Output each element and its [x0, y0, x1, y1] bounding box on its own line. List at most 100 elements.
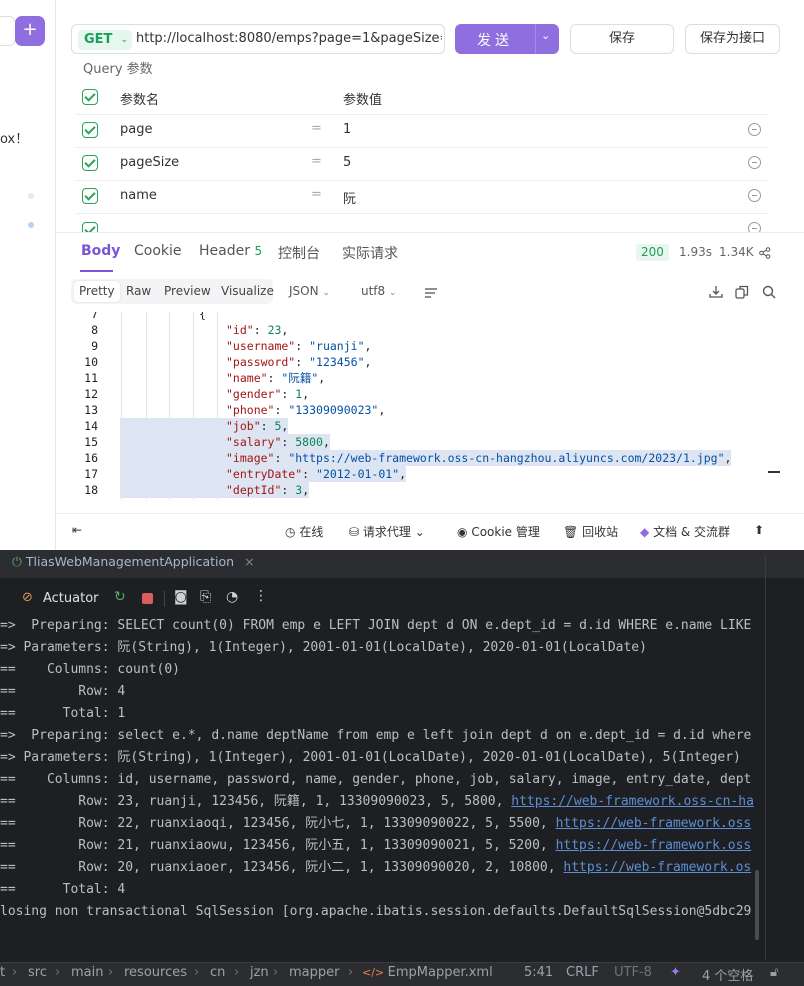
lock-icon[interactable]: 🔓︎: [770, 965, 778, 980]
code-text: "image": "https://web-framework.oss-cn-h…: [120, 450, 732, 466]
json-key: "username": [226, 339, 296, 353]
console-link[interactable]: https://web-framework.oss: [556, 838, 752, 853]
copilot-icon[interactable]: ✦: [670, 965, 681, 980]
stop-icon[interactable]: [142, 593, 153, 604]
json-value: "2012-01-01": [316, 467, 400, 481]
content-type-select[interactable]: JSON ⌄: [289, 284, 330, 298]
collapse-sidebar-icon[interactable]: ⇤: [72, 523, 82, 537]
select-all-checkbox[interactable]: [82, 89, 98, 105]
online-status[interactable]: ◷ 在线: [285, 523, 323, 540]
code-line: 7{: [56, 312, 796, 322]
code-punct: :: [281, 435, 296, 449]
param-key[interactable]: name: [120, 188, 157, 203]
exit-icon[interactable]: ⎘: [200, 589, 211, 605]
add-button[interactable]: +: [15, 16, 45, 46]
gauge-icon[interactable]: ◔: [226, 589, 238, 605]
param-checkbox[interactable]: [82, 122, 98, 138]
method-select[interactable]: GET ⌄: [78, 30, 132, 50]
proxy-label: 请求代理: [362, 525, 411, 539]
breadcrumb-item[interactable]: </> EmpMapper.xml: [362, 965, 493, 980]
search-icon[interactable]: [762, 284, 776, 303]
breadcrumb-item[interactable]: jzn: [250, 965, 269, 980]
scrollbar-thumb[interactable]: [755, 870, 759, 940]
tab-cookie[interactable]: Cookie: [134, 243, 182, 259]
header-count: 5: [254, 244, 263, 258]
json-value: "ruanji": [309, 339, 365, 353]
save-as-api-button[interactable]: 保存为接口: [685, 24, 780, 54]
rerun-icon[interactable]: ↻: [114, 589, 126, 605]
camera-icon[interactable]: ◙: [174, 589, 188, 605]
view-visualize[interactable]: Visualize: [221, 284, 274, 298]
run-toolbar: ⊘ Actuator ↻ ◙ ⎘ ◔ ⋮: [0, 586, 770, 612]
indent-setting[interactable]: 4 个空格: [702, 965, 753, 984]
line-number: 13: [84, 403, 98, 417]
copy-icon[interactable]: [735, 284, 749, 303]
param-value[interactable]: 5: [343, 155, 351, 170]
view-preview[interactable]: Preview: [164, 284, 211, 298]
code-punct: ,: [364, 355, 372, 369]
tab-header[interactable]: Header 5: [199, 243, 262, 259]
more-options-icon[interactable]: ⋮: [254, 588, 268, 604]
download-icon[interactable]: [709, 284, 723, 303]
param-checkbox[interactable]: [82, 222, 98, 232]
tab-actual-request[interactable]: 实际请求: [342, 243, 398, 263]
breadcrumb-label: cn: [210, 965, 226, 980]
param-value[interactable]: 阮: [343, 188, 356, 207]
docs-icon: ◆: [640, 525, 650, 539]
docs-community[interactable]: ◆ 文档 & 交流群: [640, 523, 730, 540]
param-key[interactable]: pageSize: [120, 155, 179, 170]
view-pretty[interactable]: Pretty: [74, 281, 120, 302]
remove-param-icon[interactable]: [748, 222, 761, 232]
save-button[interactable]: 保存: [570, 24, 674, 54]
share-icon[interactable]: [759, 244, 771, 263]
chevron-down-icon[interactable]: ⌄: [541, 29, 550, 42]
json-value: "https://web-framework.oss-cn-hangzhou.a…: [288, 451, 725, 465]
code-punct: ,: [302, 387, 310, 401]
tab-body[interactable]: Body: [81, 243, 120, 259]
param-key[interactable]: page: [120, 122, 152, 137]
wrap-lines-icon[interactable]: [424, 284, 438, 303]
breadcrumb-item[interactable]: resources: [124, 965, 187, 980]
console-scrollbar[interactable]: [765, 555, 766, 960]
remove-param-icon[interactable]: [748, 156, 761, 169]
send-button[interactable]: 发送 ⌄: [455, 24, 559, 54]
breadcrumb-item[interactable]: main: [71, 965, 103, 980]
partial-button[interactable]: [0, 16, 16, 46]
line-separator[interactable]: CRLF: [566, 965, 599, 980]
request-proxy[interactable]: ⛁ 请求代理 ⌄: [349, 523, 425, 540]
code-punct: :: [295, 355, 310, 369]
tab-console[interactable]: 控制台: [278, 243, 320, 263]
close-icon[interactable]: ×: [244, 554, 254, 569]
remove-param-icon[interactable]: [748, 189, 761, 202]
remove-param-icon[interactable]: [748, 123, 761, 136]
line-number: 8: [91, 323, 98, 337]
view-raw[interactable]: Raw: [126, 284, 151, 298]
breadcrumb-item[interactable]: cn: [210, 965, 225, 980]
console-link[interactable]: https://web-framework.os: [563, 860, 751, 875]
file-encoding[interactable]: UTF-8: [614, 965, 652, 980]
cursor-position[interactable]: 5:41: [524, 965, 553, 980]
console-link[interactable]: https://web-framework.oss: [556, 816, 752, 831]
chevron-right-icon: ›: [234, 965, 240, 980]
param-checkbox[interactable]: [82, 155, 98, 171]
code-punct: ,: [399, 467, 407, 481]
param-value[interactable]: 1: [343, 122, 351, 137]
chevron-down-icon: ⌄: [389, 288, 397, 298]
request-url-bar[interactable]: GET ⌄ http://localhost:8080/emps?page=1&p…: [71, 24, 445, 54]
response-body-editor[interactable]: 7{8 "id": 23, 9 "username": "ruanji", 10 "pas…: [56, 312, 796, 500]
breadcrumb-item[interactable]: src: [28, 965, 47, 980]
console-line: == Columns: count(0): [0, 662, 181, 677]
actuator-tab[interactable]: Actuator: [43, 591, 99, 606]
breadcrumb-item[interactable]: mapper: [289, 965, 339, 980]
encoding-select[interactable]: utf8 ⌄: [361, 284, 397, 298]
url-input[interactable]: http://localhost:8080/emps?page=1&pageSi…: [136, 31, 442, 46]
recycle-bin[interactable]: 🗑 回收站: [563, 523, 618, 540]
run-tab[interactable]: ⏻ TliasWebManagementApplication ×: [12, 554, 255, 570]
console-output[interactable]: => Preparing: SELECT count(0) FROM emp e…: [0, 615, 765, 935]
cookie-manager[interactable]: ◉ Cookie 管理: [457, 523, 540, 540]
scroll-top-icon[interactable]: ⬆: [754, 523, 764, 537]
code-punct: :: [267, 371, 282, 385]
breadcrumb-item[interactable]: t: [0, 965, 5, 980]
param-checkbox[interactable]: [82, 188, 98, 204]
console-link[interactable]: https://web-framework.oss-cn-ha: [511, 794, 754, 809]
